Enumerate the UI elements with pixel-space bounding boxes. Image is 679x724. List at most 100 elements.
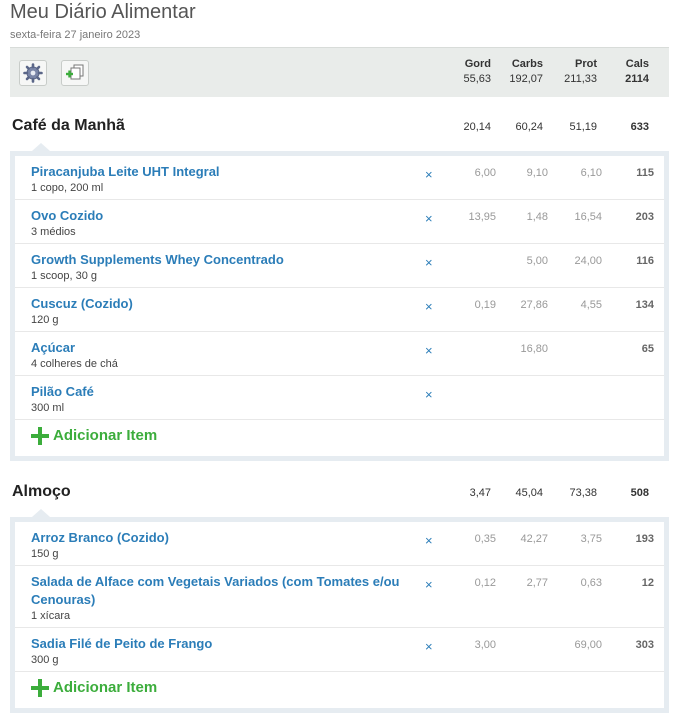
- summary-bar: Gord 55,63 Carbs 192,07 Prot 211,33 Cals…: [10, 47, 669, 97]
- remove-item-button[interactable]: ×: [425, 639, 433, 654]
- food-item-row: Arroz Branco (Cozido) 150 g × 0,35 42,27…: [15, 522, 664, 566]
- food-item-fat: 0,35: [474, 533, 496, 545]
- meal-box-lunch: Arroz Branco (Cozido) 150 g × 0,35 42,27…: [10, 509, 669, 713]
- food-item-cals: 203: [635, 211, 654, 223]
- food-item-cals: 65: [641, 343, 654, 355]
- food-item-row: Cuscuz (Cozido) 120 g × 0,19 27,86 4,55 …: [15, 288, 664, 332]
- food-item-portion: 150 g: [31, 548, 59, 560]
- add-item-button[interactable]: Adicionar Item: [15, 420, 664, 456]
- food-item-row: Ovo Cozido 3 médios × 13,95 1,48 16,54 2…: [15, 200, 664, 244]
- gear-icon: [23, 63, 43, 83]
- food-item-carbs: 27,86: [520, 299, 548, 311]
- food-item-row: Sadia Filé de Peito de Frango 300 g × 3,…: [15, 628, 664, 672]
- summary-prot-label: Prot: [575, 58, 597, 70]
- food-item-cals: 12: [641, 577, 654, 589]
- remove-item-button[interactable]: ×: [425, 387, 433, 402]
- food-item-portion: 300 ml: [31, 402, 65, 414]
- meal-total-prot: 51,19: [569, 121, 597, 133]
- summary-carbs-label: Carbs: [511, 58, 543, 70]
- remove-item-button[interactable]: ×: [425, 343, 433, 358]
- summary-prot-value: 211,33: [564, 73, 597, 85]
- remove-item-button[interactable]: ×: [425, 577, 433, 592]
- food-item-name[interactable]: Cuscuz (Cozido): [31, 295, 411, 313]
- meal-header-breakfast: Café da Manhã 20,14 60,24 51,19 633: [10, 107, 669, 143]
- page-date: sexta-feira 27 janeiro 2023: [10, 29, 141, 41]
- meal-header-lunch: Almoço 3,47 45,04 73,38 508: [10, 473, 669, 509]
- food-item-name[interactable]: Piracanjuba Leite UHT Integral: [31, 163, 411, 181]
- meal-items-list: Piracanjuba Leite UHT Integral 1 copo, 2…: [15, 156, 664, 456]
- summary-cals: Cals 2114: [589, 58, 649, 85]
- meal-box-breakfast: Piracanjuba Leite UHT Integral 1 copo, 2…: [10, 143, 669, 461]
- food-item-fat: 0,19: [474, 299, 496, 311]
- food-item-prot: 0,63: [580, 577, 602, 589]
- remove-item-button[interactable]: ×: [425, 211, 433, 226]
- food-item-name[interactable]: Sadia Filé de Peito de Frango: [31, 635, 411, 653]
- food-item-row: Growth Supplements Whey Concentrado 1 sc…: [15, 244, 664, 288]
- summary-cals-label: Cals: [625, 58, 649, 70]
- food-item-name[interactable]: Arroz Branco (Cozido): [31, 529, 411, 547]
- food-item-portion: 4 colheres de chá: [31, 358, 118, 370]
- food-item-cals: 303: [635, 639, 654, 651]
- food-item-name[interactable]: Salada de Alface com Vegetais Variados (…: [31, 573, 411, 609]
- copy-add-button[interactable]: [61, 60, 89, 86]
- food-item-cals: 193: [635, 533, 654, 545]
- food-item-name[interactable]: Pilão Café: [31, 383, 411, 401]
- summary-carbs-value: 192,07: [509, 73, 543, 85]
- copy-add-icon: [66, 64, 84, 80]
- meal-box-arrow: [32, 143, 50, 151]
- remove-item-button[interactable]: ×: [425, 255, 433, 270]
- meal-total-cals: 508: [630, 487, 649, 499]
- food-item-row: Açúcar 4 colheres de chá × 16,80 65: [15, 332, 664, 376]
- food-item-fat: 3,00: [474, 639, 496, 651]
- meal-total-cals: 633: [630, 121, 649, 133]
- food-item-prot: 3,75: [580, 533, 602, 545]
- food-item-prot: 24,00: [574, 255, 602, 267]
- food-item-portion: 120 g: [31, 314, 59, 326]
- food-item-carbs: 16,80: [520, 343, 548, 355]
- page-title: Meu Diário Alimentar: [10, 1, 196, 23]
- meal-name: Almoço: [12, 483, 71, 500]
- food-item-portion: 300 g: [31, 654, 59, 666]
- food-item-cals: 134: [635, 299, 654, 311]
- food-item-name[interactable]: Açúcar: [31, 339, 411, 357]
- summary-fat: Gord 55,63: [431, 58, 491, 85]
- food-item-carbs: 1,48: [526, 211, 548, 223]
- food-item-portion: 3 médios: [31, 226, 76, 238]
- food-item-name[interactable]: Ovo Cozido: [31, 207, 411, 225]
- meal-total-carbs: 45,04: [515, 487, 543, 499]
- remove-item-button[interactable]: ×: [425, 533, 433, 548]
- food-item-cals: 115: [636, 167, 654, 179]
- food-item-portion: 1 xícara: [31, 610, 71, 622]
- food-item-name[interactable]: Growth Supplements Whey Concentrado: [31, 251, 411, 269]
- food-item-prot: 69,00: [574, 639, 602, 651]
- food-item-fat: 0,12: [474, 577, 496, 589]
- remove-item-button[interactable]: ×: [425, 299, 433, 314]
- meal-name: Café da Manhã: [12, 117, 125, 134]
- summary-fat-label: Gord: [464, 58, 491, 70]
- add-item-label: Adicionar Item: [53, 679, 158, 696]
- food-item-cals: 116: [636, 255, 654, 267]
- summary-prot: Prot 211,33: [537, 58, 597, 85]
- food-item-prot: 6,10: [580, 167, 602, 179]
- add-item-label: Adicionar Item: [53, 427, 158, 444]
- food-item-row: Piracanjuba Leite UHT Integral 1 copo, 2…: [15, 156, 664, 200]
- summary-carbs: Carbs 192,07: [483, 58, 543, 85]
- food-item-carbs: 2,77: [526, 577, 548, 589]
- remove-item-button[interactable]: ×: [425, 167, 433, 182]
- meal-total-fat: 3,47: [469, 487, 491, 499]
- food-item-portion: 1 scoop, 30 g: [31, 270, 98, 282]
- add-item-button[interactable]: Adicionar Item: [15, 672, 664, 708]
- settings-button[interactable]: [19, 60, 47, 86]
- food-item-prot: 16,54: [574, 211, 602, 223]
- food-item-carbs: 42,27: [520, 533, 548, 545]
- food-item-carbs: 9,10: [526, 167, 548, 179]
- food-item-row: Pilão Café 300 ml ×: [15, 376, 664, 420]
- food-item-fat: 6,00: [474, 167, 496, 179]
- meal-total-prot: 73,38: [569, 487, 597, 499]
- summary-cals-value: 2114: [625, 73, 649, 85]
- food-item-fat: 13,95: [468, 211, 496, 223]
- meal-total-fat: 20,14: [463, 121, 491, 133]
- summary-fat-value: 55,63: [463, 73, 491, 85]
- food-item-portion: 1 copo, 200 ml: [31, 182, 104, 194]
- food-item-row: Salada de Alface com Vegetais Variados (…: [15, 566, 664, 628]
